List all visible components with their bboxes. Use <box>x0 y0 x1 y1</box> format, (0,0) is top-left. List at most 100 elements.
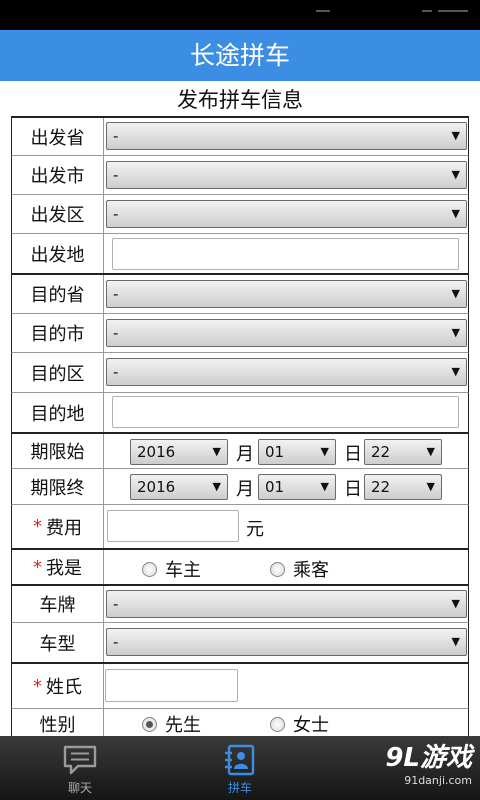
role-label: * 我是 <box>12 550 104 584</box>
row-fee: * 费用 元 <box>11 504 469 548</box>
role-passenger-label: 乘客 <box>293 560 329 581</box>
row-destination-district: 目的区 - ▼ <box>11 352 469 392</box>
departure-province-select[interactable]: - ▼ <box>106 122 467 150</box>
row-surname: * 姓氏 <box>11 662 469 708</box>
gender-female-radio[interactable]: 女士 <box>270 711 329 737</box>
row-car-model: 车型 - ▼ <box>11 622 469 662</box>
plate-select[interactable]: - ▼ <box>106 590 467 618</box>
dropdown-arrow-icon: ▼ <box>451 168 460 181</box>
row-destination-place: 目的地 <box>11 392 469 432</box>
departure-place-label: 出发地 <box>12 234 104 273</box>
destination-district-value: - <box>113 363 119 381</box>
fee-label: * 费用 <box>12 505 104 548</box>
destination-province-value: - <box>113 285 119 303</box>
contact-book-icon <box>223 744 257 780</box>
surname-label: * 姓氏 <box>12 664 104 708</box>
surname-label-text: 姓氏 <box>46 677 82 698</box>
plate-value: - <box>113 595 119 613</box>
departure-district-select[interactable]: - ▼ <box>106 200 467 228</box>
dropdown-arrow-icon: ▼ <box>426 480 435 493</box>
status-indicator <box>316 10 330 12</box>
day-unit: 日 <box>344 444 362 465</box>
destination-district-label: 目的区 <box>12 353 104 392</box>
dropdown-arrow-icon: ▼ <box>451 287 460 300</box>
end-day-select[interactable]: 22 ▼ <box>364 474 442 500</box>
month-unit: 月 <box>236 479 254 500</box>
tab-carpool-label: 拼车 <box>227 781 252 795</box>
tab-carpool[interactable]: 拼车 <box>180 736 300 800</box>
required-mark: * <box>33 675 42 697</box>
end-year-value: 2016 <box>137 478 176 496</box>
departure-city-select[interactable]: - ▼ <box>106 161 467 189</box>
dropdown-arrow-icon: ▼ <box>451 326 460 339</box>
start-year-select[interactable]: 2016 ▼ <box>130 439 228 465</box>
tab-chat[interactable]: 聊天 <box>20 736 140 800</box>
departure-city-value: - <box>113 166 119 184</box>
destination-city-value: - <box>113 324 119 342</box>
fee-label-text: 费用 <box>46 517 82 539</box>
dropdown-arrow-icon: ▼ <box>212 480 221 493</box>
dropdown-arrow-icon: ▼ <box>451 365 460 378</box>
day-unit: 日 <box>344 479 362 500</box>
gender-label: 性别 <box>12 709 104 738</box>
month-unit: 月 <box>236 444 254 465</box>
status-bar <box>0 0 480 30</box>
destination-place-label: 目的地 <box>12 393 104 432</box>
destination-city-select[interactable]: - ▼ <box>106 319 467 347</box>
start-month-select[interactable]: 01 ▼ <box>258 439 336 465</box>
row-departure-district: 出发区 - ▼ <box>11 194 469 233</box>
departure-city-label: 出发市 <box>12 156 104 194</box>
destination-province-select[interactable]: - ▼ <box>106 280 467 308</box>
role-label-text: 我是 <box>46 558 82 579</box>
dropdown-arrow-icon: ▼ <box>451 597 460 610</box>
role-passenger-radio[interactable]: 乘客 <box>270 556 329 582</box>
start-year-value: 2016 <box>137 443 176 461</box>
chat-bubble-icon <box>62 744 98 780</box>
departure-district-value: - <box>113 205 119 223</box>
row-gender: 性别 先生 女士 <box>11 708 469 738</box>
gender-male-label: 先生 <box>165 715 201 736</box>
start-month-value: 01 <box>265 443 285 461</box>
radio-button-selected-icon <box>142 716 157 732</box>
plate-label: 车牌 <box>12 586 104 622</box>
gender-male-radio[interactable]: 先生 <box>142 711 201 737</box>
dropdown-arrow-icon: ▼ <box>320 445 329 458</box>
app-title-bar: 长途拼车 <box>0 30 480 81</box>
radio-button-icon <box>142 561 157 577</box>
destination-province-label: 目的省 <box>12 275 104 313</box>
row-end-date: 期限终 2016 ▼ 月 01 ▼ 日 22 ▼ <box>11 468 469 504</box>
status-indicator <box>422 10 432 12</box>
tab-chat-label: 聊天 <box>67 781 92 795</box>
row-destination-city: 目的市 - ▼ <box>11 313 469 352</box>
row-departure-city: 出发市 - ▼ <box>11 155 469 194</box>
car-model-value: - <box>113 633 119 651</box>
start-day-value: 22 <box>371 443 391 461</box>
dropdown-arrow-icon: ▼ <box>426 445 435 458</box>
start-day-select[interactable]: 22 ▼ <box>364 439 442 465</box>
required-mark: * <box>33 516 42 537</box>
row-start-date: 期限始 2016 ▼ 月 01 ▼ 日 22 ▼ <box>11 432 469 468</box>
end-month-value: 01 <box>265 478 285 496</box>
row-role: * 我是 车主 乘客 <box>11 548 469 584</box>
row-departure-place: 出发地 <box>11 233 469 273</box>
end-year-select[interactable]: 2016 ▼ <box>130 474 228 500</box>
departure-place-input[interactable] <box>112 238 459 270</box>
departure-province-label: 出发省 <box>12 118 104 155</box>
departure-district-label: 出发区 <box>12 195 104 233</box>
departure-province-value: - <box>113 127 119 145</box>
dropdown-arrow-icon: ▼ <box>212 445 221 458</box>
car-model-select[interactable]: - ▼ <box>106 628 467 656</box>
role-driver-label: 车主 <box>165 560 201 581</box>
row-departure-province: 出发省 - ▼ <box>11 116 469 155</box>
end-month-select[interactable]: 01 ▼ <box>258 474 336 500</box>
form-title: 发布拼车信息 <box>177 88 303 112</box>
role-driver-radio[interactable]: 车主 <box>142 556 201 582</box>
car-model-label: 车型 <box>12 623 104 662</box>
dropdown-arrow-icon: ▼ <box>451 635 460 648</box>
row-plate: 车牌 - ▼ <box>11 584 469 622</box>
radio-button-icon <box>270 716 285 732</box>
surname-input[interactable] <box>105 669 238 702</box>
fee-input[interactable] <box>107 510 239 542</box>
destination-district-select[interactable]: - ▼ <box>106 358 467 386</box>
destination-place-input[interactable] <box>112 396 459 428</box>
